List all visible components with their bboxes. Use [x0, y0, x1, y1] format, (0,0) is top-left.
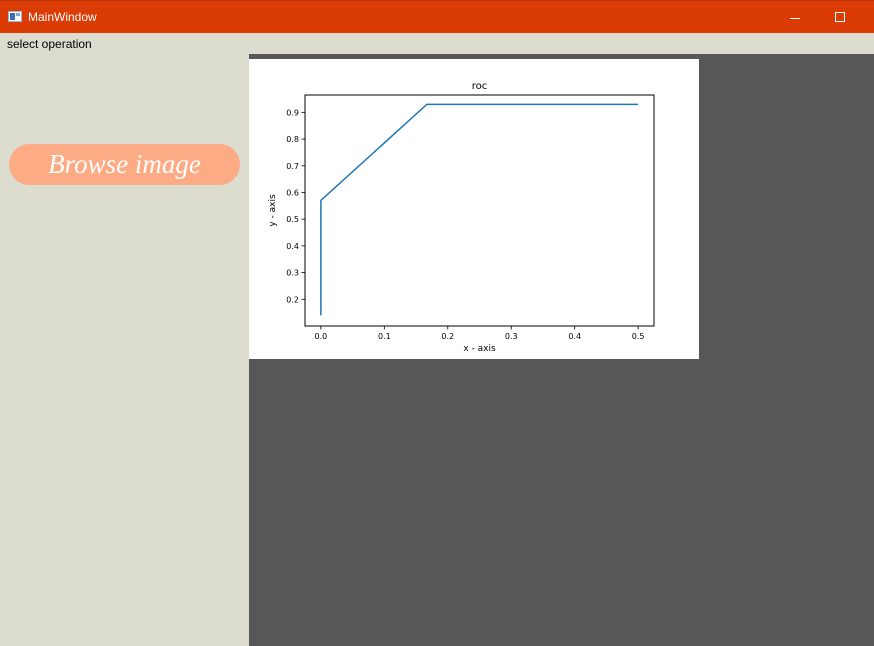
x-tick-label: 0.5	[632, 332, 645, 341]
x-tick-label: 0.2	[441, 332, 454, 341]
y-tick-label: 0.8	[286, 135, 299, 144]
left-panel	[0, 54, 249, 646]
roc-chart: 0.0 0.1 0.2 0.3 0.4 0.5 0.2 0.3 0.4 0.5 0.6 0.7 0.8…	[268, 81, 655, 354]
x-tick-label: 0.4	[568, 332, 581, 341]
browse-image-button[interactable]: Browse image	[9, 144, 240, 185]
maximize-icon	[835, 12, 845, 22]
minimize-button[interactable]	[772, 1, 818, 34]
y-ticks: 0.2 0.3 0.4 0.5 0.6 0.7 0.8 0.9	[286, 108, 305, 304]
x-tick-label: 0.0	[314, 332, 327, 341]
x-tick-label: 0.1	[378, 332, 391, 341]
axes-frame	[304, 94, 655, 327]
x-tick-label: 0.3	[505, 332, 518, 341]
y-tick-label: 0.4	[286, 242, 299, 251]
x-ticks: 0.0 0.1 0.2 0.3 0.4 0.5	[314, 326, 645, 341]
series-group	[320, 103, 639, 316]
y-tick-label: 0.7	[286, 162, 299, 171]
app-window-icon	[8, 11, 22, 22]
minimize-icon	[790, 18, 800, 19]
roc-curve-line	[320, 103, 639, 316]
x-axis-label: x - axis	[463, 344, 496, 354]
maximize-button[interactable]	[817, 1, 863, 34]
y-tick-label: 0.6	[286, 188, 299, 197]
y-tick-label: 0.5	[286, 215, 299, 224]
title-bar[interactable]: MainWindow	[0, 0, 874, 33]
y-axis-label: y - axis	[268, 194, 278, 227]
chart-title: roc	[472, 81, 488, 92]
y-tick-label: 0.9	[286, 108, 299, 117]
roc-plot-image: 0.0 0.1 0.2 0.3 0.4 0.5 0.2 0.3 0.4 0.5 0.6 0.7 0.8…	[249, 59, 699, 359]
y-tick-label: 0.3	[286, 269, 299, 278]
window-title: MainWindow	[28, 10, 97, 24]
y-tick-label: 0.2	[286, 295, 299, 304]
select-operation-menu[interactable]: select operation	[7, 37, 92, 51]
